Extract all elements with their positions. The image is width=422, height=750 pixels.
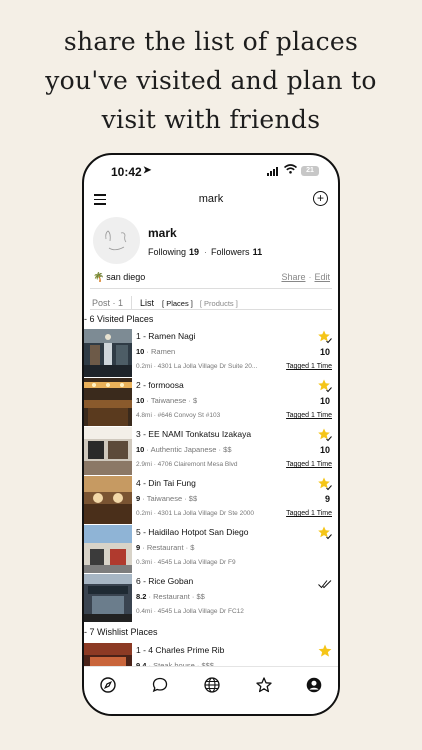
chat-icon[interactable] — [152, 677, 168, 693]
followers-label[interactable]: Followers — [211, 247, 250, 257]
place-photo — [84, 525, 132, 573]
tagged-link[interactable]: Tagged 1 Time — [286, 363, 332, 370]
place-meta: 10 · Authentic Japanese · $$ — [136, 445, 232, 454]
tagged-link[interactable]: Tagged 1 Time — [286, 461, 332, 468]
place-row[interactable]: 4 - Din Tai Fung 9 · Taiwanese · $$ 0.2m… — [84, 476, 338, 524]
wishlist-header: - 7 Wishlist Places — [84, 627, 158, 637]
place-row[interactable]: 5 - Haidilao Hotpot San Diego 9 · Restau… — [84, 525, 338, 573]
nav-title: mark — [198, 193, 224, 205]
followers-count[interactable]: 11 — [253, 247, 263, 257]
wifi-icon — [283, 163, 298, 177]
place-photo — [84, 476, 132, 524]
place-title: 1 - 4 Charles Prime Rib — [136, 645, 225, 655]
location-text: san diego — [106, 272, 146, 282]
follow-stats: Following 19 · Followers 11 — [148, 247, 263, 257]
status-bar: 10:42 ➤ 21 — [84, 155, 338, 187]
phone-frame: 10:42 ➤ 21 mark + mark Following 19 · Follo… — [82, 153, 340, 716]
tab-post[interactable]: Post · 1 — [92, 298, 123, 308]
tagged-link[interactable]: Tagged 1 Time — [286, 412, 332, 419]
following-label[interactable]: Following — [148, 247, 186, 257]
place-meta: 10 · Ramen — [136, 347, 176, 356]
compass-icon[interactable] — [100, 677, 116, 693]
tab-list[interactable]: List — [140, 298, 154, 308]
palm-tree-icon: 🌴 — [93, 272, 105, 282]
tab-places[interactable]: [ Places ] — [162, 299, 193, 308]
headline-line-1: share the list of places — [63, 27, 359, 56]
bottom-tab-bar — [84, 666, 338, 714]
profile-icon[interactable] — [306, 677, 322, 693]
add-button[interactable]: + — [313, 191, 328, 206]
following-count[interactable]: 19 — [189, 247, 199, 257]
place-address: 0.2mi · 4301 La Jolla Village Dr Suite 2… — [136, 363, 258, 370]
place-row[interactable]: 2 - formoosa 10 · Taiwanese · $ 4.8mi · … — [84, 378, 338, 426]
rating-score: 9 — [324, 494, 330, 504]
share-link[interactable]: Share — [281, 272, 305, 282]
rating-score: 10 — [319, 347, 330, 357]
rating-score: 10 — [319, 445, 330, 455]
star-check-icon[interactable] — [318, 477, 332, 491]
place-meta: 9 · Restaurant · $ — [136, 543, 195, 552]
place-title: 3 - EE NAMI Tonkatsu Izakaya — [136, 429, 252, 439]
headline: share the list of places you've visited … — [0, 22, 422, 139]
place-row[interactable]: 6 - Rice Goban 8.2 · Restaurant · $$ 0.4… — [84, 574, 338, 622]
divider — [90, 309, 332, 310]
visited-header: - 6 Visited Places — [84, 314, 154, 324]
content-tabs: Post · 1 List [ Places ] [ Products ] — [92, 296, 238, 310]
battery-icon: 21 — [301, 166, 319, 176]
profile-name: mark — [148, 226, 177, 240]
place-title: 1 - Ramen Nagi — [136, 331, 196, 341]
avatar[interactable] — [93, 217, 140, 264]
profile-actions: Share · Edit — [281, 272, 330, 282]
place-photo — [84, 329, 132, 377]
place-meta: 10 · Taiwanese · $ — [136, 396, 198, 405]
place-address: 0.2mi · 4301 La Jolla Village Dr Ste 200… — [136, 510, 255, 517]
status-time: 10:42 — [111, 165, 142, 179]
star-outline-icon[interactable] — [256, 677, 272, 693]
place-address: 4.8mi · #646 Convoy St #103 — [136, 412, 221, 419]
star-check-icon[interactable] — [318, 330, 332, 344]
location-row: 🌴 san diego — [93, 272, 145, 283]
nav-bar: mark + — [84, 187, 338, 213]
headline-line-3: visit with friends — [101, 105, 321, 134]
star-icon[interactable] — [318, 644, 332, 658]
globe-icon[interactable] — [204, 677, 220, 693]
tagged-link[interactable]: Tagged 1 Time — [286, 510, 332, 517]
signal-icon — [267, 167, 278, 176]
double-check-icon[interactable] — [318, 579, 332, 589]
place-address: 0.3mi · 4545 La Jolla Village Dr F9 — [136, 559, 236, 566]
star-check-icon[interactable] — [318, 526, 332, 540]
place-address: 0.4mi · 4545 La Jolla Village Dr FC12 — [136, 608, 244, 615]
place-meta: 9 · Taiwanese · $$ — [136, 494, 198, 503]
place-meta: 8.2 · Restaurant · $$ — [136, 592, 205, 601]
rating-score: 10 — [319, 396, 330, 406]
headline-line-2: you've visited and plan to — [45, 66, 377, 95]
place-title: 5 - Haidilao Hotpot San Diego — [136, 527, 249, 537]
edit-link[interactable]: Edit — [314, 272, 330, 282]
divider — [90, 288, 332, 289]
place-row[interactable]: 1 - Ramen Nagi 10 · Ramen 0.2mi · 4301 L… — [84, 329, 338, 377]
place-photo — [84, 378, 132, 426]
star-check-icon[interactable] — [318, 428, 332, 442]
location-arrow-icon: ➤ — [143, 165, 152, 176]
place-photo — [84, 574, 132, 622]
place-title: 6 - Rice Goban — [136, 576, 194, 586]
place-address: 2.9mi · 4706 Clairemont Mesa Blvd — [136, 461, 238, 468]
place-row[interactable]: 3 - EE NAMI Tonkatsu Izakaya 10 · Authen… — [84, 427, 338, 475]
place-title: 2 - formoosa — [136, 380, 184, 390]
place-title: 4 - Din Tai Fung — [136, 478, 196, 488]
tab-products[interactable]: [ Products ] — [200, 299, 238, 308]
place-photo — [84, 427, 132, 475]
star-check-icon[interactable] — [318, 379, 332, 393]
